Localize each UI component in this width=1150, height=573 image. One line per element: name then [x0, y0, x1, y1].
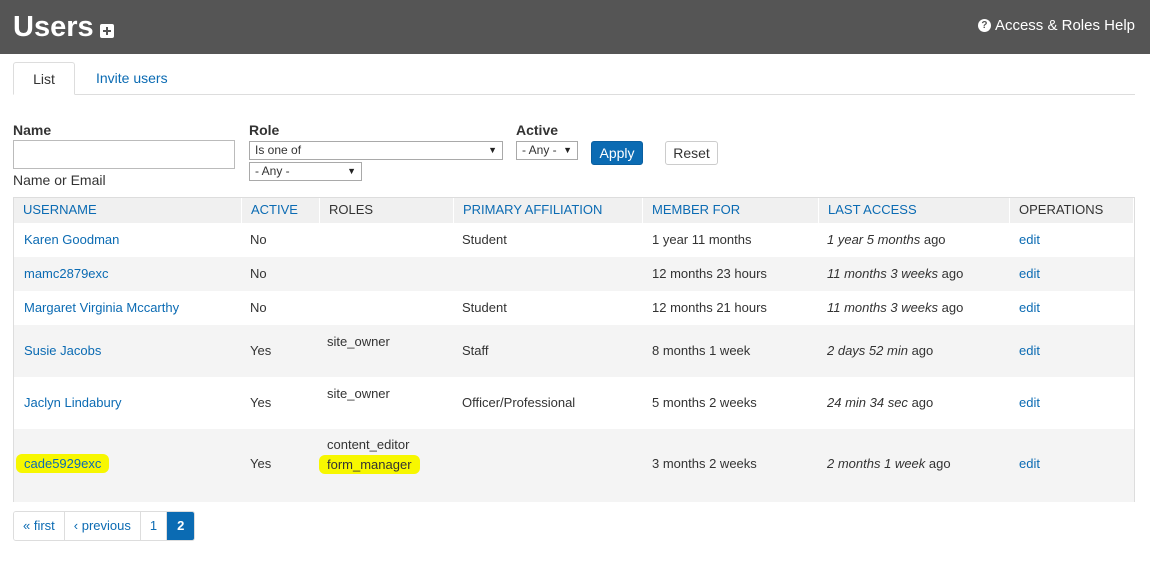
affiliation-value: Staff [462, 343, 489, 358]
active-select[interactable]: - Any - ▼ [516, 141, 578, 160]
page-title: Users [13, 11, 94, 43]
last-access-duration: 24 min 34 sec [827, 395, 908, 410]
table-row: Susie Jacobs Yes site_owner Staff 8 mont… [14, 325, 1134, 377]
column-header-username[interactable]: USERNAME [14, 198, 242, 224]
pager: « first ‹ previous 1 2 [13, 511, 196, 541]
edit-link[interactable]: edit [1019, 266, 1040, 282]
tab-list[interactable]: List [13, 62, 75, 95]
active-filter-label: Active [516, 122, 559, 138]
edit-link[interactable]: edit [1019, 456, 1040, 472]
role-filter-label: Role [249, 122, 280, 138]
last-access-value: 2 months 1 week ago [827, 456, 951, 472]
edit-link[interactable]: edit [1019, 232, 1040, 248]
member-for-value: 5 months 2 weeks [652, 395, 757, 410]
tab-bar: List Invite users [13, 62, 1135, 95]
role-select[interactable]: - Any - ▼ [249, 162, 362, 181]
last-access-value: 1 year 5 months ago [827, 232, 946, 248]
question-circle-icon: ? [977, 19, 991, 32]
pager-previous[interactable]: ‹ previous [64, 512, 141, 540]
page-header: Users ? Access & Roles Help [0, 0, 1150, 54]
member-for-value: 1 year 11 months [652, 232, 752, 247]
apply-button[interactable]: Apply [591, 141, 643, 165]
active-value: No [250, 300, 267, 315]
last-access-duration: 2 months 1 week [827, 456, 926, 471]
last-access-duration: 1 year 5 months [827, 232, 921, 247]
active-value: Yes [250, 395, 272, 410]
last-access-value: 24 min 34 sec ago [827, 395, 933, 411]
name-filter-label: Name [13, 122, 52, 138]
role-operator-select[interactable]: Is one of ▼ [249, 141, 503, 160]
pager-page-2-current: 2 [167, 512, 195, 540]
last-access-duration: 11 months 3 weeks [827, 266, 939, 281]
users-table: USERNAME ACTIVE ROLES PRIMARY AFFILIATIO… [13, 197, 1135, 502]
username-link[interactable]: mamc2879exc [24, 266, 109, 282]
last-access-ago: ago [941, 300, 964, 315]
role-value: site_owner [327, 386, 390, 401]
plus-square-icon[interactable] [100, 24, 114, 38]
last-access-duration: 2 days 52 min [827, 343, 908, 358]
last-access-value: 2 days 52 min ago [827, 343, 933, 359]
dropdown-arrow-icon: ▼ [488, 145, 497, 155]
highlighted-role: form_manager [319, 455, 420, 474]
member-for-value: 3 months 2 weeks [652, 456, 757, 471]
username-link[interactable]: cade5929exc [16, 454, 110, 473]
column-header-last-access[interactable]: LAST ACCESS [819, 198, 1010, 224]
pager-first[interactable]: « first [14, 512, 65, 540]
reset-button[interactable]: Reset [665, 141, 718, 165]
table-row: Margaret Virginia Mccarthy No Student 12… [14, 291, 1134, 325]
access-roles-help-link[interactable]: ? Access & Roles Help [977, 17, 1135, 34]
affiliation-value: Student [462, 300, 507, 315]
help-link-label: Access & Roles Help [994, 17, 1135, 34]
username-link[interactable]: Margaret Virginia Mccarthy [24, 300, 179, 316]
dropdown-arrow-icon: ▼ [347, 166, 356, 176]
last-access-value: 11 months 3 weeks ago [827, 300, 963, 316]
tab-invite-users[interactable]: Invite users [78, 62, 186, 95]
affiliation-value: Student [462, 232, 507, 247]
active-value: No [250, 266, 267, 281]
last-access-ago: ago [941, 266, 964, 281]
active-select-value: - Any - [522, 143, 557, 157]
table-row: Jaclyn Lindabury Yes site_owner Officer/… [14, 377, 1134, 429]
active-value: No [250, 232, 267, 247]
last-access-ago: ago [911, 395, 934, 410]
table-header: USERNAME ACTIVE ROLES PRIMARY AFFILIATIO… [14, 197, 1134, 224]
edit-link[interactable]: edit [1019, 343, 1040, 359]
column-header-active[interactable]: ACTIVE [242, 198, 320, 224]
active-value: Yes [250, 456, 272, 471]
last-access-ago: ago [928, 456, 951, 471]
role-operator-value: Is one of [255, 143, 302, 157]
last-access-ago: ago [923, 232, 946, 247]
username-link[interactable]: Susie Jacobs [24, 343, 101, 359]
dropdown-arrow-icon: ▼ [563, 145, 572, 155]
table-row: cade5929exc Yes content_editor form_mana… [14, 429, 1134, 502]
column-header-primary-affiliation[interactable]: PRIMARY AFFILIATION [454, 198, 643, 224]
role-value: content_editor [327, 437, 410, 452]
role-select-value: - Any - [255, 164, 290, 178]
edit-link[interactable]: edit [1019, 300, 1040, 316]
role-value: site_owner [327, 334, 390, 349]
pager-page-1[interactable]: 1 [140, 512, 168, 540]
table-row: Karen Goodman No Student 1 year 11 month… [14, 223, 1134, 257]
member-for-value: 12 months 21 hours [652, 300, 767, 315]
username-link[interactable]: Karen Goodman [24, 232, 119, 248]
edit-link[interactable]: edit [1019, 395, 1040, 411]
active-value: Yes [250, 343, 272, 358]
username-link[interactable]: Jaclyn Lindabury [24, 395, 122, 411]
affiliation-value: Officer/Professional [462, 395, 576, 410]
last-access-duration: 11 months 3 weeks [827, 300, 939, 315]
column-header-member-for[interactable]: MEMBER FOR [643, 198, 819, 224]
name-filter-description: Name or Email [13, 172, 106, 188]
name-input[interactable] [13, 140, 235, 169]
column-header-operations: OPERATIONS [1010, 198, 1134, 224]
member-for-value: 12 months 23 hours [652, 266, 767, 281]
last-access-ago: ago [911, 343, 934, 358]
highlighted-username: cade5929exc [16, 454, 110, 473]
table-row: mamc2879exc No 12 months 23 hours 11 mon… [14, 257, 1134, 291]
column-header-roles: ROLES [320, 198, 454, 224]
role-value: form_manager [319, 455, 420, 474]
member-for-value: 8 months 1 week [652, 343, 751, 358]
last-access-value: 11 months 3 weeks ago [827, 266, 963, 282]
